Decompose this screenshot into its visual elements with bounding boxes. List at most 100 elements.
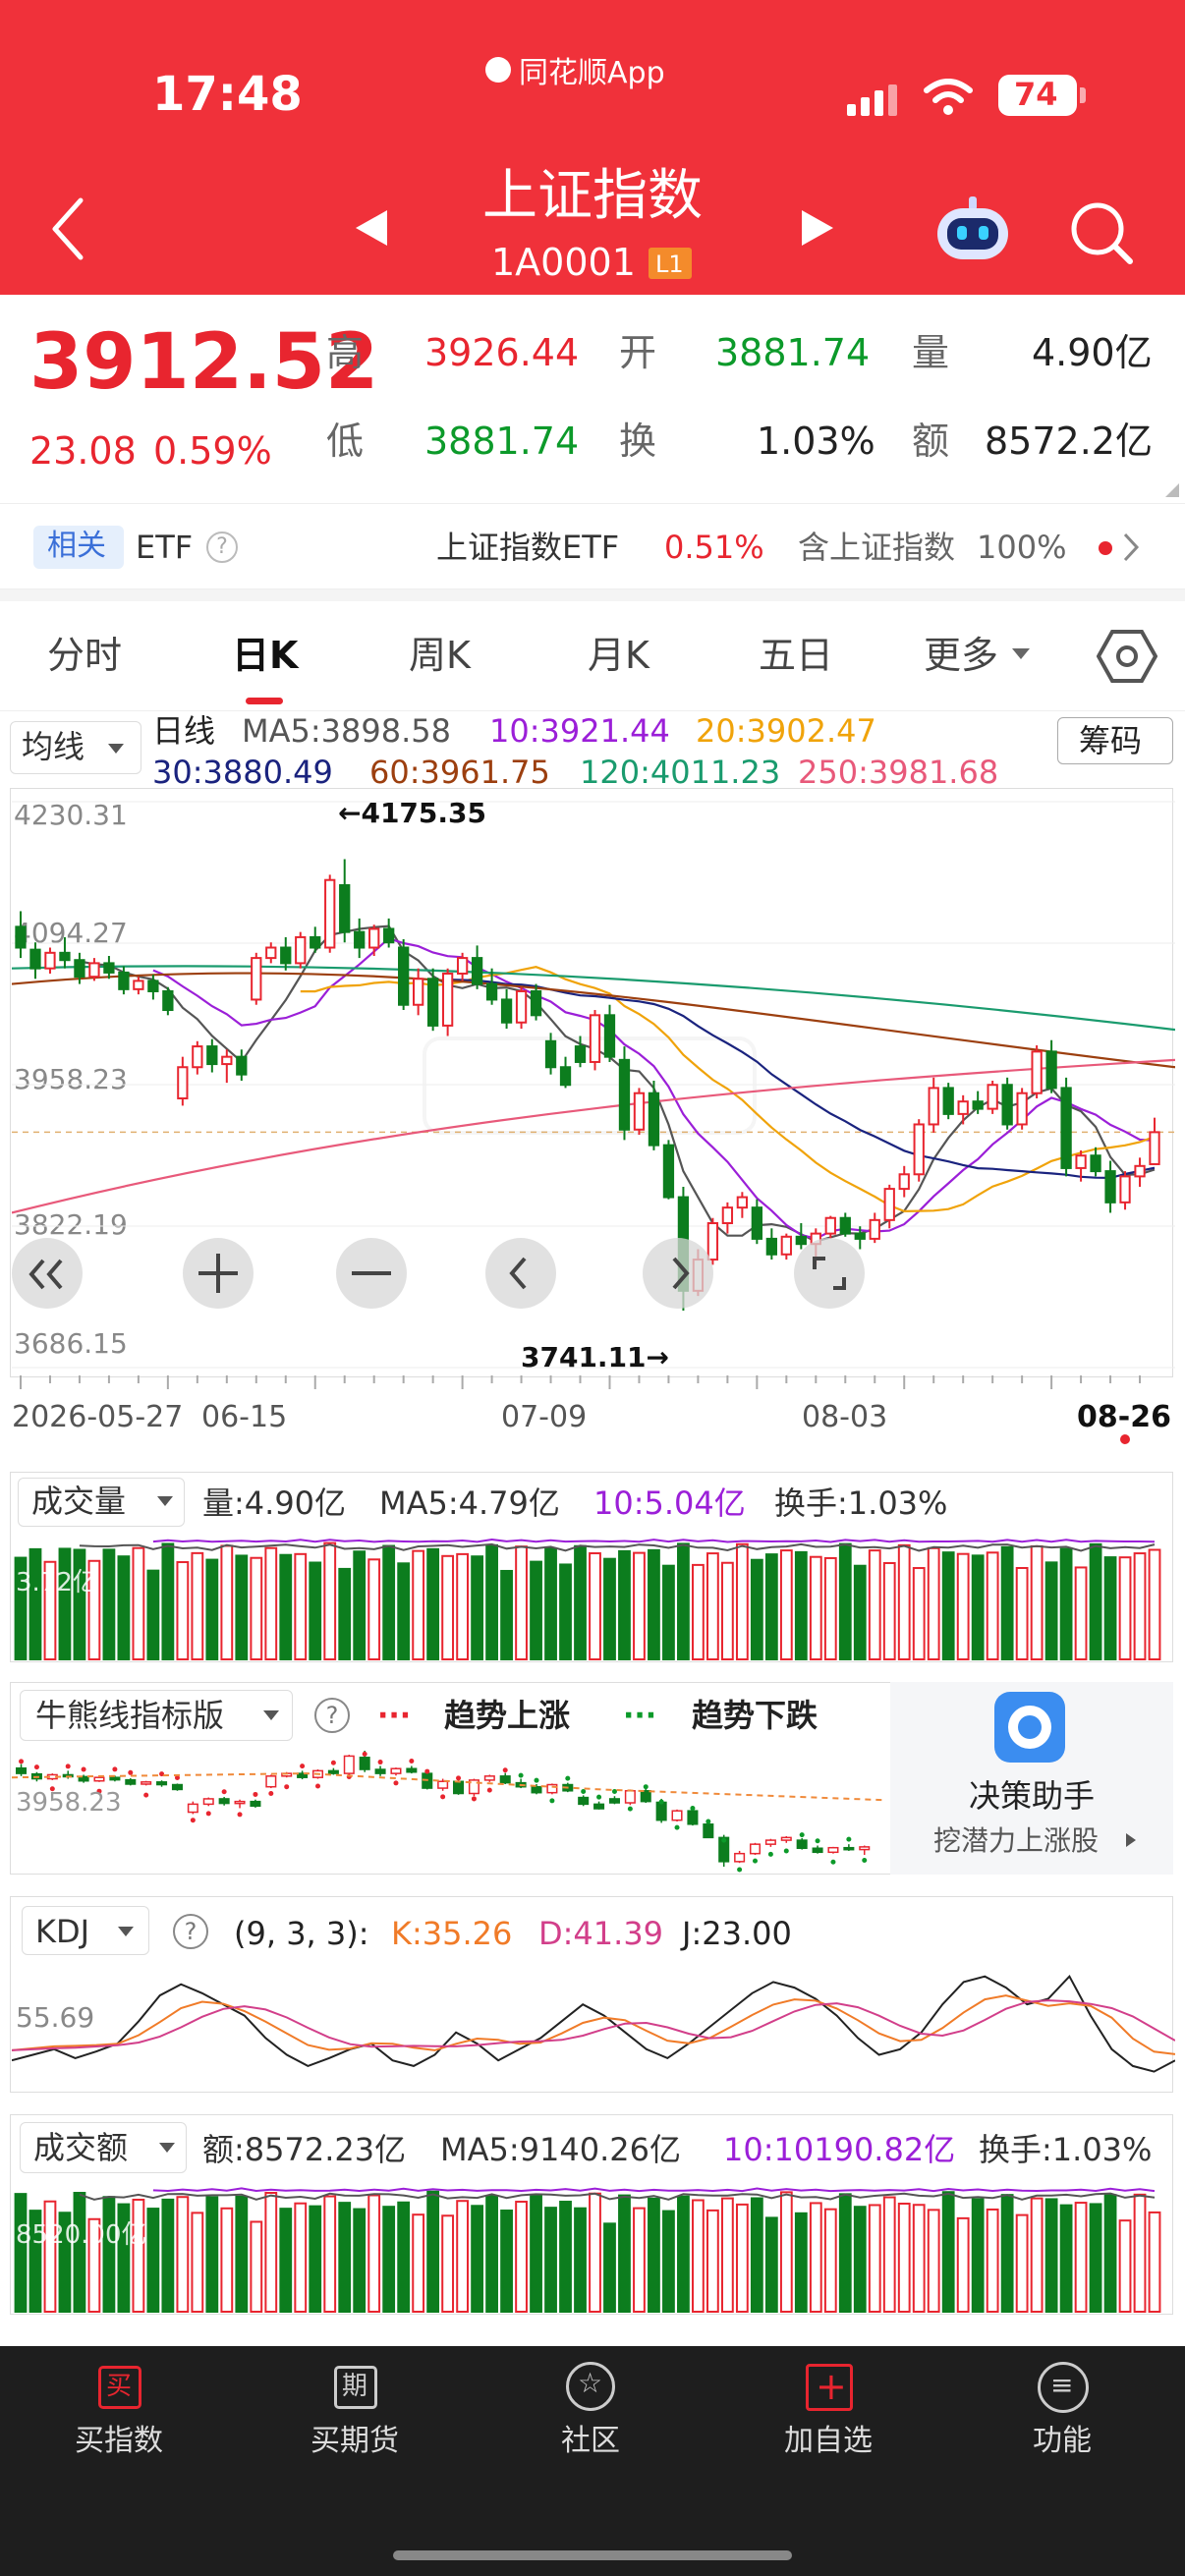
ma10-line — [152, 2187, 1156, 2193]
help-icon[interactable]: ? — [314, 1698, 350, 1733]
volume-bar — [882, 1562, 896, 1660]
candle-body — [147, 980, 159, 992]
volume-bar — [530, 2195, 542, 2313]
status-time: 17:48 — [152, 67, 303, 122]
trend-dot — [486, 1787, 492, 1793]
trend-dot — [846, 1836, 852, 1842]
search-icon[interactable] — [1069, 200, 1134, 265]
volume-bar — [677, 2195, 690, 2313]
trend-dot — [549, 1798, 555, 1804]
related-etf-row[interactable]: 相关 ETF ? 上证指数ETF 0.51% 含上证指数 100% — [0, 503, 1185, 589]
tab-daily-k[interactable]: 日K — [232, 637, 298, 674]
help-icon[interactable]: ? — [206, 532, 238, 563]
chevron-right-icon — [672, 1257, 690, 1290]
candle-body — [843, 1846, 855, 1851]
trend-dot — [471, 1796, 477, 1802]
volume-bar — [28, 1547, 42, 1660]
volume-bar — [456, 1552, 470, 1660]
volume-bar — [323, 1541, 337, 1660]
volume-bar — [912, 1567, 926, 1660]
wifi-icon — [924, 79, 973, 115]
volume-bar — [102, 2196, 116, 2313]
candle-body — [125, 1778, 137, 1785]
candle-body — [359, 1757, 370, 1770]
tab-more[interactable]: 更多 — [924, 637, 998, 674]
candle-body — [354, 930, 366, 949]
candle-body — [499, 1775, 511, 1784]
tab-monthly-k[interactable]: 月K — [588, 637, 649, 674]
trend-dot — [815, 1838, 820, 1844]
volume-bar — [853, 2206, 867, 2313]
volume-bar — [441, 1554, 455, 1660]
trend-dot — [767, 1851, 773, 1857]
kdj-k: K:35.26 — [391, 1915, 513, 1952]
trend-dot — [596, 1794, 602, 1800]
volume-bar — [720, 2197, 734, 2313]
trend-dot — [581, 1788, 587, 1794]
volume-bar — [485, 1543, 498, 1660]
candle-body — [913, 1123, 925, 1176]
chevron-right-icon — [1123, 532, 1140, 562]
date-label-5: 08-26 — [1077, 1400, 1171, 1434]
volume-bars — [14, 1538, 1161, 1660]
volume-bar — [1148, 1548, 1161, 1660]
volume-bar — [618, 2194, 631, 2313]
ma-kind: 日线 — [152, 712, 216, 750]
volume-bar — [897, 2202, 911, 2313]
volume-bar — [146, 1569, 160, 1660]
volume-bar — [1015, 2213, 1029, 2313]
candle-body — [706, 1222, 719, 1261]
volume-bar — [264, 1546, 278, 1660]
trend-dot — [205, 1811, 211, 1817]
volume-bar — [1118, 1556, 1132, 1660]
ma60-value: 60:3961.75 — [369, 754, 550, 791]
candle-body — [883, 1188, 895, 1221]
tab-intraday[interactable]: 分时 — [47, 637, 122, 674]
candle-body — [898, 1173, 910, 1191]
tab-weekly-k[interactable]: 周K — [409, 637, 471, 674]
candle-body — [221, 1055, 233, 1066]
settings-icon[interactable] — [1097, 629, 1157, 684]
kdj-d: D:41.39 — [538, 1915, 664, 1952]
volume-bar — [1074, 1566, 1088, 1660]
stock-code: 1A0001 — [491, 241, 636, 284]
volume-bar — [500, 1569, 513, 1660]
kdj-d-line — [12, 1999, 1175, 2051]
app-logo-icon — [485, 57, 511, 83]
tab-five-day[interactable]: 五日 — [759, 637, 833, 674]
candle-body — [957, 1100, 969, 1115]
candle-body — [141, 1781, 152, 1785]
candle-body — [471, 957, 483, 985]
candle-body — [406, 1767, 418, 1773]
volume-bar — [235, 1554, 249, 1660]
volume-bar — [367, 1558, 381, 1660]
trend-dot — [799, 1832, 805, 1838]
candle-body — [764, 1839, 776, 1845]
help-icon[interactable]: ? — [173, 1914, 208, 1949]
volume-bar — [956, 1552, 970, 1660]
candle-body — [1104, 1170, 1116, 1204]
candle-body — [16, 1766, 28, 1774]
next-stock-icon[interactable] — [800, 209, 835, 247]
volume-bar — [1000, 2194, 1014, 2313]
candle-body — [206, 1045, 218, 1066]
volume-bar — [1030, 2197, 1044, 2313]
volume-bar — [220, 2207, 234, 2313]
ma10-value: 10:3921.44 — [489, 712, 670, 750]
candle-body — [1045, 1050, 1057, 1090]
candle-body — [74, 959, 85, 979]
candle-body — [780, 1836, 792, 1841]
volume-bar — [648, 2197, 660, 2313]
candle-body — [59, 951, 71, 962]
volume-bar — [176, 2196, 190, 2313]
volume-bar — [1148, 2211, 1161, 2313]
robot-icon[interactable] — [933, 196, 1012, 261]
volume-bar — [1044, 1561, 1058, 1660]
open-value: 3881.74 — [715, 331, 871, 374]
candle-body — [265, 1775, 277, 1788]
volume-bar — [132, 2198, 145, 2313]
candle-body — [839, 1216, 851, 1235]
dropdown-arrow-icon — [108, 744, 124, 754]
volume-bar — [191, 1551, 204, 1660]
candle-body — [339, 884, 351, 933]
